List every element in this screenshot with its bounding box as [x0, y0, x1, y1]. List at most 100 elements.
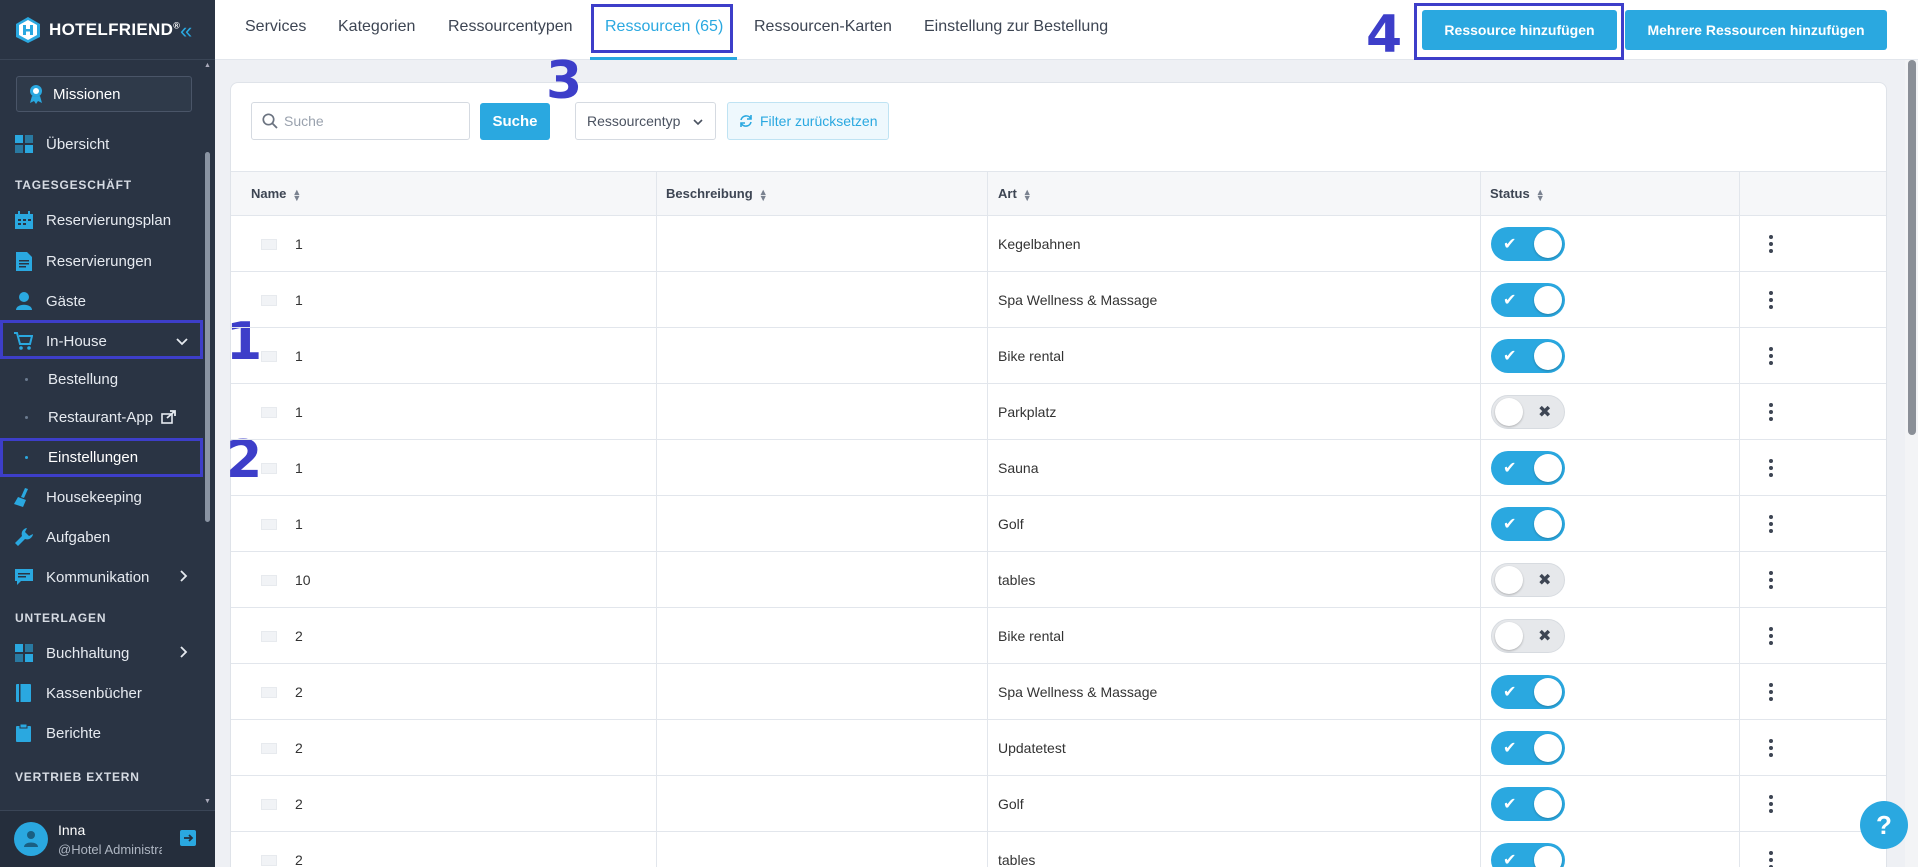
status-toggle[interactable]: ✔ — [1491, 731, 1565, 765]
column-header-name[interactable]: Name ▲ ▼ — [251, 186, 301, 202]
more-options-icon[interactable] — [1761, 624, 1781, 648]
more-options-icon[interactable] — [1761, 456, 1781, 480]
highlight-settings — [0, 438, 203, 477]
status-toggle[interactable]: ✔ — [1491, 283, 1565, 317]
table-row[interactable]: 1 Golf ✔ — [231, 496, 1886, 552]
more-options-icon[interactable] — [1761, 288, 1781, 312]
sidebar-item-label: Kassenbücher — [46, 684, 142, 702]
more-options-icon[interactable] — [1761, 680, 1781, 704]
sidebar-item-reports[interactable]: Berichte — [0, 715, 200, 751]
table-row[interactable]: 2 Updatetest ✔ — [231, 720, 1886, 776]
sidebar-subitem-restaurant-app[interactable]: Restaurant-App — [0, 400, 200, 434]
sidebar-item-communication[interactable]: Kommunikation — [0, 559, 200, 595]
column-header-type[interactable]: Art ▲ ▼ — [998, 186, 1032, 202]
sidebar-scrollbar[interactable]: ▲ ▼ — [203, 60, 212, 810]
status-toggle[interactable]: ✔ — [1491, 507, 1565, 541]
sidebar-item-guests[interactable]: Gäste — [0, 283, 200, 319]
more-options-icon[interactable] — [1761, 344, 1781, 368]
sidebar-item-accounting[interactable]: Buchhaltung — [0, 635, 200, 671]
more-options-icon[interactable] — [1761, 568, 1781, 592]
status-toggle[interactable]: ✔ — [1491, 339, 1565, 373]
tab-services[interactable]: Services — [245, 18, 306, 36]
sidebar-item-overview[interactable]: Übersicht — [0, 126, 200, 162]
search-input[interactable] — [284, 113, 454, 129]
tab-order-settings[interactable]: Einstellung zur Bestellung — [924, 18, 1108, 36]
status-toggle[interactable]: ✔ — [1491, 227, 1565, 261]
search-field[interactable] — [251, 102, 470, 140]
sidebar-item-reservations[interactable]: Reservierungen — [0, 243, 200, 279]
toggle-knob — [1534, 230, 1562, 258]
sidebar-item-label: Reservierungsplan — [46, 211, 172, 229]
more-options-icon[interactable] — [1761, 736, 1781, 760]
missions-button[interactable]: Missionen — [16, 76, 192, 112]
help-button[interactable]: ? — [1860, 801, 1908, 849]
tab-categories[interactable]: Kategorien — [338, 18, 415, 36]
search-button[interactable]: Suche — [480, 103, 550, 140]
status-toggle[interactable]: ✖ — [1491, 619, 1565, 653]
section-label-docs: UNTERLAGEN — [15, 611, 107, 625]
scroll-down-icon[interactable]: ▼ — [204, 798, 211, 805]
toggle-knob — [1495, 566, 1523, 594]
table-row[interactable]: 1 Spa Wellness & Massage ✔ — [231, 272, 1886, 328]
sidebar-item-cashbooks[interactable]: Kassenbücher — [0, 675, 200, 711]
book-icon — [14, 684, 33, 703]
tab-resource-types[interactable]: Ressourcentypen — [448, 18, 573, 36]
status-toggle[interactable]: ✔ — [1491, 787, 1565, 821]
highlight-resources-tab — [591, 4, 733, 53]
table-row[interactable]: 1 Bike rental ✔ — [231, 328, 1886, 384]
status-toggle[interactable]: ✔ — [1491, 675, 1565, 709]
image-placeholder-icon — [261, 351, 277, 362]
logout-icon[interactable] — [180, 830, 196, 851]
column-header-description[interactable]: Beschreibung ▲ ▼ — [666, 186, 768, 202]
image-placeholder-icon — [261, 743, 277, 754]
add-multiple-resources-button[interactable]: Mehrere Ressourcen hinzufügen — [1625, 10, 1887, 50]
sidebar-item-tasks[interactable]: Aufgaben — [0, 519, 200, 555]
main-scroll-thumb[interactable] — [1908, 60, 1916, 435]
table-row[interactable]: 1 Kegelbahnen ✔ — [231, 216, 1886, 272]
image-placeholder-icon — [261, 631, 277, 642]
bullet-dot — [25, 416, 28, 419]
sidebar-item-label: Housekeeping — [46, 488, 142, 506]
scroll-up-icon[interactable]: ▲ — [204, 62, 211, 69]
table-row[interactable]: 1 Sauna ✔ — [231, 440, 1886, 496]
sidebar-item-housekeeping[interactable]: Housekeeping — [0, 479, 200, 515]
more-options-icon[interactable] — [1761, 512, 1781, 536]
resource-type-select[interactable]: Ressourcentyp — [575, 102, 716, 140]
sidebar: HOTELFRIEND® « Missionen Übersicht TAGES… — [0, 0, 215, 867]
status-toggle[interactable]: ✖ — [1491, 395, 1565, 429]
tab-resource-maps[interactable]: Ressourcen-Karten — [754, 18, 892, 36]
status-toggle[interactable]: ✖ — [1491, 563, 1565, 597]
cell-name: 10 — [295, 572, 311, 588]
check-icon: ✔ — [1503, 796, 1517, 813]
avatar — [14, 822, 48, 856]
column-divider — [656, 171, 657, 867]
collapse-sidebar-icon[interactable]: « — [180, 18, 192, 44]
table-row[interactable]: 2 Spa Wellness & Massage ✔ — [231, 664, 1886, 720]
table-row[interactable]: 2 tables ✔ — [231, 832, 1886, 867]
table-row[interactable]: 2 Golf ✔ — [231, 776, 1886, 832]
more-options-icon[interactable] — [1761, 400, 1781, 424]
more-options-icon[interactable] — [1761, 792, 1781, 816]
main-scrollbar[interactable] — [1905, 60, 1918, 867]
more-options-icon[interactable] — [1761, 232, 1781, 256]
sidebar-item-reservation-plan[interactable]: Reservierungsplan — [0, 202, 200, 238]
section-label-daily: TAGESGESCHÄFT — [15, 178, 132, 192]
annotation-4: 4 — [1366, 5, 1403, 65]
status-toggle[interactable]: ✔ — [1491, 843, 1565, 867]
broom-icon — [14, 487, 33, 507]
sidebar-subitem-order[interactable]: Bestellung — [0, 362, 200, 396]
sidebar-item-label: Reservierungen — [46, 252, 152, 270]
status-toggle[interactable]: ✔ — [1491, 451, 1565, 485]
sidebar-scroll-thumb[interactable] — [205, 152, 210, 522]
sort-icon: ▲ ▼ — [1535, 186, 1545, 203]
cell-type: Parkplatz — [998, 404, 1057, 420]
table-row[interactable]: 1 Parkplatz ✖ — [231, 384, 1886, 440]
sidebar-item-label: Gäste — [46, 292, 87, 310]
column-header-status[interactable]: Status ▲ ▼ — [1490, 186, 1545, 203]
column-divider — [987, 171, 988, 867]
table-row[interactable]: 2 Bike rental ✖ — [231, 608, 1886, 664]
reset-filter-button[interactable]: Filter zurücksetzen — [727, 102, 889, 140]
image-placeholder-icon — [261, 687, 277, 698]
table-row[interactable]: 10 tables ✖ — [231, 552, 1886, 608]
more-options-icon[interactable] — [1761, 848, 1781, 867]
